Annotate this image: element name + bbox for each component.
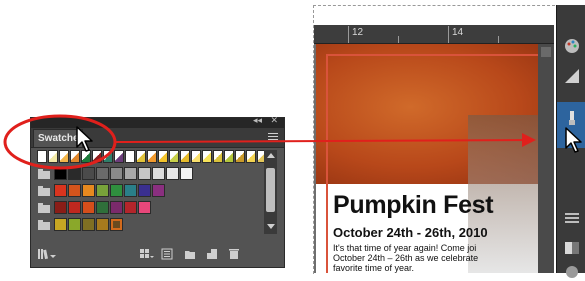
highlight-circle [3,114,117,170]
mouse-pointer-icon [565,127,582,153]
mouse-pointer-icon [76,126,93,152]
arrow-head-icon [522,133,536,147]
drag-arrow-line [114,139,534,143]
